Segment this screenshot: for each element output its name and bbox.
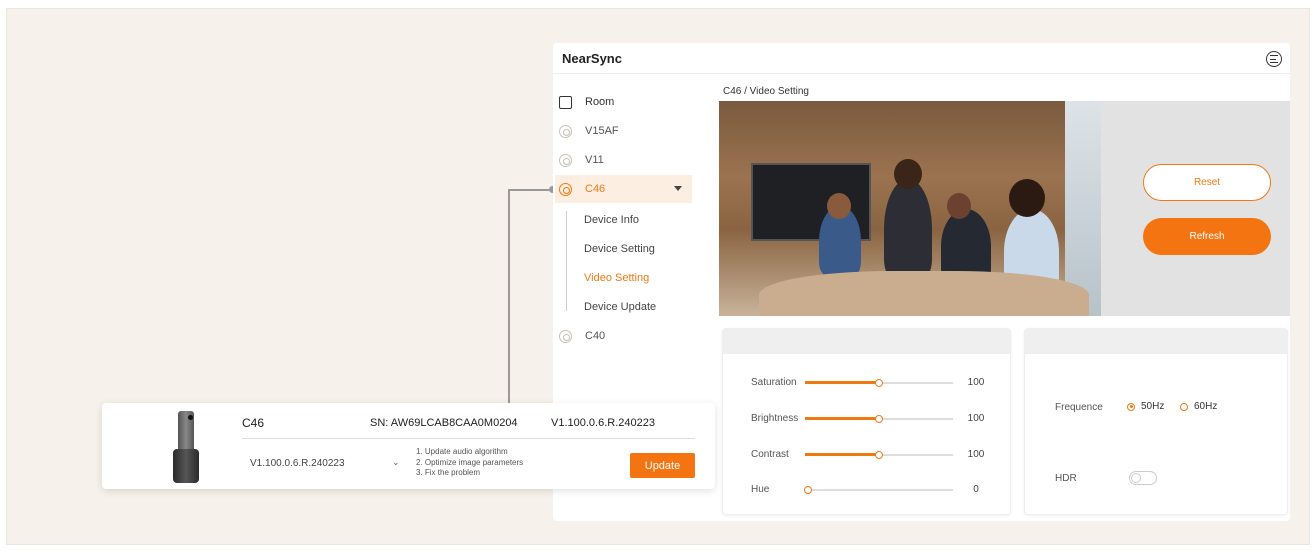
- radio-icon[interactable]: [1180, 402, 1188, 411]
- version-select[interactable]: V1.100.0.6.R.240223: [250, 458, 345, 469]
- meeting-table: [759, 271, 1089, 316]
- sidebar-item-v15af[interactable]: V15AF: [555, 117, 692, 145]
- slider-track[interactable]: [805, 414, 953, 423]
- menu-icon[interactable]: [1266, 51, 1282, 67]
- video-preview: [719, 101, 1101, 316]
- chevron-down-icon[interactable]: ⌄: [392, 457, 400, 468]
- slider-label: Brightness: [751, 413, 799, 424]
- device-image: [173, 411, 199, 483]
- slider-track[interactable]: [805, 450, 953, 459]
- person: [827, 193, 851, 219]
- reset-button[interactable]: Reset: [1143, 164, 1271, 201]
- refresh-button[interactable]: Refresh: [1143, 218, 1271, 255]
- frequency-card: Frequence 50Hz 60Hz HDR: [1024, 328, 1288, 515]
- hdr-toggle[interactable]: [1129, 471, 1157, 485]
- submenu-device-info[interactable]: Device Info: [584, 214, 639, 226]
- person: [1009, 179, 1045, 217]
- release-note: 2. Optimize image parameters: [416, 457, 524, 467]
- submenu-video-setting[interactable]: Video Setting: [584, 272, 649, 284]
- radio-60hz[interactable]: 60Hz: [1180, 401, 1217, 412]
- video-control-panel: Reset Refresh: [1101, 101, 1290, 316]
- sidebar-item-label: C46: [585, 183, 606, 195]
- submenu-device-update[interactable]: Device Update: [584, 301, 656, 313]
- connector-line: [508, 189, 510, 403]
- slider-knob[interactable]: [875, 378, 883, 387]
- card-header: [1025, 329, 1287, 354]
- camera-icon: [559, 182, 572, 196]
- breadcrumb: C46 / Video Setting: [723, 86, 809, 97]
- sidebar-item-room[interactable]: Room: [555, 88, 692, 116]
- radio-label: 60Hz: [1194, 401, 1218, 412]
- divider: [242, 438, 695, 439]
- slider-knob[interactable]: [875, 450, 883, 459]
- slider-value: 100: [967, 377, 985, 388]
- camera-icon: [559, 329, 572, 343]
- release-note: 3. Fix the problem: [416, 468, 481, 477]
- app-header: NearSync: [553, 43, 1290, 74]
- sidebar-item-label: V15AF: [585, 125, 619, 137]
- device-update-popup: C46 SN: AW69LCAB8CAA0M0204 V1.100.0.6.R.…: [102, 403, 715, 489]
- home-icon: [559, 95, 572, 109]
- radio-selected-icon[interactable]: [1127, 402, 1135, 411]
- hdr-label: HDR: [1055, 473, 1077, 484]
- card-header: [723, 329, 1010, 354]
- slider-brightness: Brightness 100: [751, 413, 991, 424]
- person: [894, 159, 922, 189]
- camera-icon: [559, 153, 572, 167]
- device-name: C46: [242, 416, 265, 430]
- release-notes: 1. Update audio algorithm 2. Optimize im…: [416, 447, 523, 479]
- image-adjust-card: Saturation 100 Brightness 100 Contrast 1…: [722, 328, 1011, 515]
- slider-value: 100: [967, 413, 985, 424]
- update-button[interactable]: Update: [630, 453, 695, 478]
- slider-label: Saturation: [751, 377, 797, 388]
- caret-down-icon[interactable]: [674, 186, 682, 191]
- slider-saturation: Saturation 100: [751, 377, 991, 388]
- camera-icon: [559, 124, 572, 138]
- app-title: NearSync: [562, 51, 622, 66]
- person: [884, 179, 932, 279]
- connector-line: [508, 189, 552, 191]
- submenu-device-setting[interactable]: Device Setting: [584, 243, 655, 255]
- radio-label: 50Hz: [1141, 401, 1165, 412]
- sidebar-item-label: V11: [585, 154, 604, 166]
- sidebar-item-c46[interactable]: C46: [555, 175, 692, 203]
- sidebar-item-label: Room: [585, 96, 615, 108]
- sidebar-item-c40[interactable]: C40: [555, 322, 692, 350]
- submenu-guide: [566, 211, 567, 311]
- device-serial: SN: AW69LCAB8CAA0M0204: [370, 417, 518, 429]
- slider-label: Hue: [751, 484, 770, 495]
- slider-label: Contrast: [751, 449, 789, 460]
- frequence-label: Frequence: [1055, 402, 1103, 413]
- person: [947, 193, 971, 219]
- device-version: V1.100.0.6.R.240223: [551, 417, 655, 429]
- slider-track[interactable]: [805, 378, 953, 387]
- radio-50hz[interactable]: 50Hz: [1127, 401, 1164, 412]
- slider-knob[interactable]: [804, 485, 812, 494]
- slider-knob[interactable]: [875, 414, 883, 423]
- release-note: 1. Update audio algorithm: [416, 447, 508, 456]
- slider-value: 100: [967, 449, 985, 460]
- slider-hue: Hue 0: [751, 484, 991, 495]
- slider-track[interactable]: [804, 485, 953, 494]
- sidebar-item-v11[interactable]: V11: [555, 146, 692, 174]
- sidebar-item-label: C40: [585, 330, 606, 342]
- slider-value: 0: [973, 484, 979, 495]
- slider-contrast: Contrast 100: [751, 449, 991, 460]
